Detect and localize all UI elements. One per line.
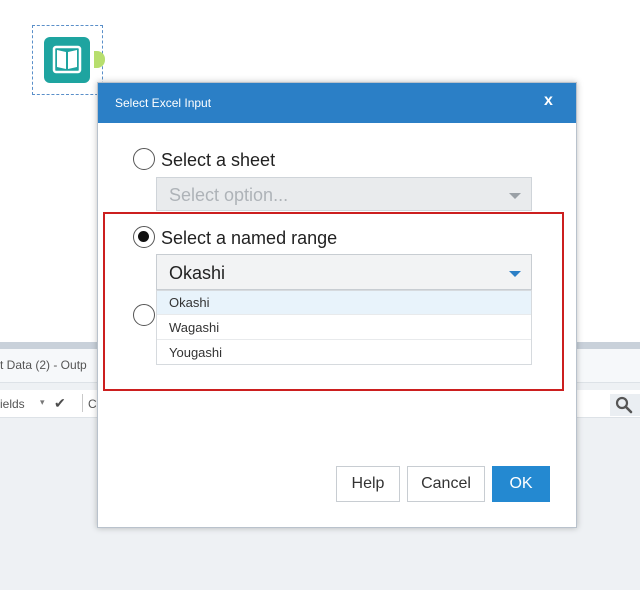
sheet-select-placeholder: Select option... [169,185,289,205]
toolbar-item[interactable]: C [88,397,97,411]
search-icon [615,396,633,414]
excel-input-tool[interactable] [44,37,90,83]
help-button[interactable]: Help [336,466,400,502]
fields-dropdown[interactable]: ields [0,397,25,411]
cancel-button[interactable]: Cancel [407,466,485,502]
book-icon [52,45,82,74]
output-anchor[interactable] [94,51,105,68]
dialog-title-bar: Select Excel Input x [98,83,576,123]
chevron-down-icon [509,193,521,199]
toolbar-separator [82,394,83,412]
results-header-title: t Data (2) - Outp [0,358,87,372]
search-button[interactable] [610,394,640,416]
chevron-down-icon: ▾ [40,397,45,407]
dialog-title: Select Excel Input [115,96,212,110]
close-icon[interactable]: x [544,92,553,110]
highlight-box [103,212,564,391]
sheet-select: Select option... [156,177,532,211]
ok-button[interactable]: OK [492,466,550,502]
radio-select-sheet[interactable] [133,148,155,170]
radio-select-sheet-label[interactable]: Select a sheet [161,150,275,171]
check-icon[interactable]: ✔ [54,395,66,412]
